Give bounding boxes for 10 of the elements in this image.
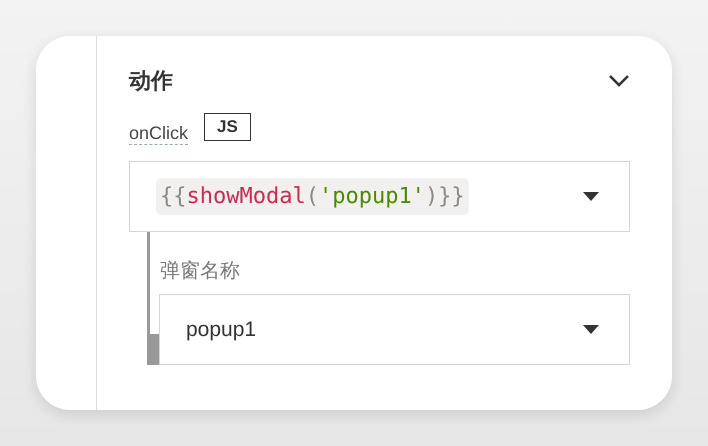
field-label: 弹窗名称 xyxy=(159,259,241,284)
popup-select[interactable]: popup1 xyxy=(159,294,630,366)
code-expression: {{showModal('popup1')}} xyxy=(156,178,469,216)
caret-icon xyxy=(583,325,599,334)
event-label: onClick xyxy=(129,122,188,146)
chevron-icon[interactable] xyxy=(608,74,630,88)
section-title: 动作 xyxy=(129,67,173,95)
action-select[interactable]: {{showModal('popup1')}} xyxy=(129,161,630,232)
caret-icon xyxy=(583,192,599,202)
js-toggle[interactable]: JS xyxy=(204,113,251,142)
